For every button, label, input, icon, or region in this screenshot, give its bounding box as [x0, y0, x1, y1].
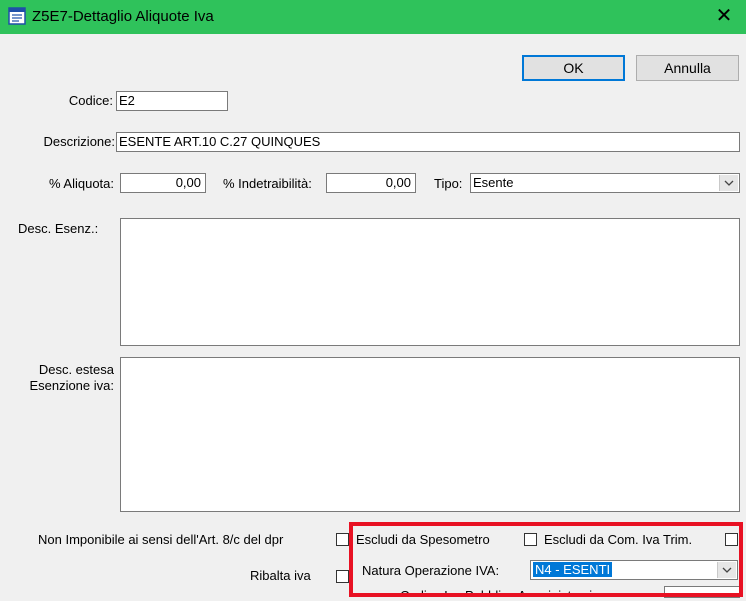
title-bar: Z5E7-Dettaglio Aliquote Iva ✕	[0, 0, 746, 34]
cancel-button[interactable]: Annulla	[636, 55, 739, 81]
aliquota-label: % Aliquota:	[48, 176, 114, 191]
indetraibilita-field[interactable]: 0,00	[326, 173, 416, 193]
desc-esenz-label: Desc. Esenz.:	[18, 221, 99, 236]
highlight-box	[349, 522, 743, 597]
chevron-down-icon[interactable]	[719, 175, 738, 191]
desc-estesa-textarea[interactable]	[120, 357, 740, 512]
window-title: Z5E7-Dettaglio Aliquote Iva	[32, 8, 214, 25]
app-window-icon	[8, 7, 26, 25]
codice-label: Codice:	[68, 93, 113, 108]
non-imponibile-label: Non Imponibile ai sensi dell'Art. 8/c de…	[38, 532, 284, 547]
aliquota-field[interactable]: 0,00	[120, 173, 206, 193]
ribalta-iva-checkbox[interactable]	[336, 570, 349, 583]
tipo-label: Tipo:	[434, 176, 463, 191]
ok-button[interactable]: OK	[522, 55, 625, 81]
tipo-select-value: Esente	[473, 175, 514, 190]
close-icon[interactable]: ✕	[712, 4, 736, 28]
desc-esenz-textarea[interactable]	[120, 218, 740, 346]
ribalta-iva-label: Ribalta iva	[250, 568, 311, 583]
indetraibilita-label: % Indetraibilità:	[223, 176, 312, 191]
descrizione-field[interactable]: ESENTE ART.10 C.27 QUINQUES	[116, 132, 740, 152]
descrizione-label: Descrizione:	[43, 134, 115, 149]
desc-estesa-label-line2: Esenzione iva:	[29, 378, 114, 393]
non-imponibile-checkbox[interactable]	[336, 533, 349, 546]
tipo-select[interactable]: Esente	[470, 173, 740, 193]
codice-field[interactable]: E2	[116, 91, 228, 111]
